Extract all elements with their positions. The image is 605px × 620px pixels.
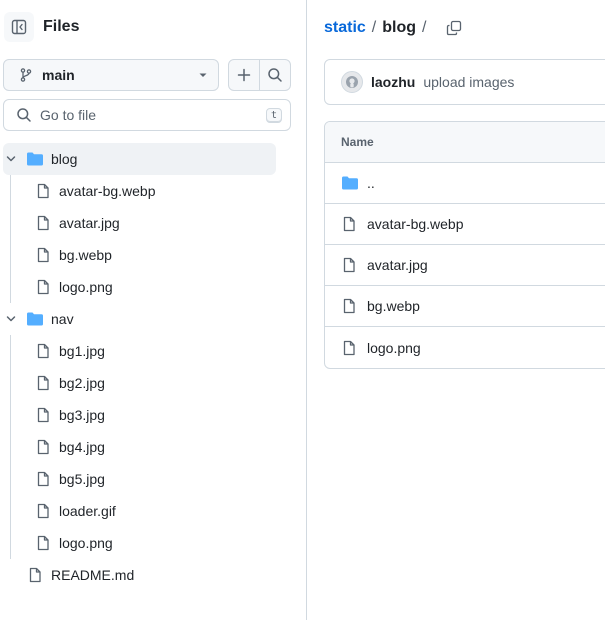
table-row[interactable]: avatar.jpg	[325, 245, 605, 286]
sidebar-header: Files	[4, 11, 79, 43]
tree-folder-nav[interactable]: nav	[0, 303, 307, 335]
file-name-link[interactable]: bg.webp	[367, 298, 420, 314]
latest-commit-box: laozhu upload images	[324, 59, 605, 105]
copy-path-icon[interactable]	[446, 20, 462, 36]
file-icon	[37, 343, 49, 359]
branch-name: main	[42, 67, 75, 83]
folder-open-icon	[27, 152, 43, 166]
git-branch-icon	[20, 68, 32, 82]
add-file-button[interactable]	[229, 60, 259, 90]
table-row[interactable]: logo.png	[325, 327, 605, 368]
file-icon	[37, 471, 49, 487]
tree-file[interactable]: avatar.jpg	[0, 207, 307, 239]
sidebar-collapse-icon	[11, 19, 27, 35]
caret-down-icon	[199, 73, 207, 77]
file-icon	[37, 215, 49, 231]
plus-icon	[237, 68, 251, 82]
tree-file[interactable]: bg.webp	[0, 239, 307, 271]
file-actions-group	[228, 59, 291, 91]
tree-file-label: bg4.jpg	[59, 439, 105, 455]
github-mark-icon	[346, 76, 358, 88]
tree-file-label: logo.png	[59, 279, 113, 295]
tree-file-label: logo.png	[59, 535, 113, 551]
keyboard-shortcut-hint: t	[265, 107, 282, 123]
breadcrumb-separator: /	[422, 19, 427, 36]
chevron-down-icon[interactable]	[4, 152, 18, 166]
folder-icon	[342, 176, 358, 190]
file-icon	[37, 247, 49, 263]
tree-folder-nav-children: bg1.jpg bg2.jpg bg3.jpg bg4.jpg bg5.jpg …	[0, 335, 307, 559]
file-icon	[37, 279, 49, 295]
tree-file-label: loader.gif	[59, 503, 116, 519]
tree-file[interactable]: bg5.jpg	[0, 463, 307, 495]
branch-selector-button[interactable]: main	[3, 59, 219, 91]
tree-file-label: bg3.jpg	[59, 407, 105, 423]
tree-file-label: avatar-bg.webp	[59, 183, 156, 199]
tree-file-label: bg1.jpg	[59, 343, 105, 359]
file-icon	[37, 407, 49, 423]
file-name-link[interactable]: avatar.jpg	[367, 257, 428, 273]
file-icon	[343, 298, 355, 314]
tree-file-label: bg.webp	[59, 247, 112, 263]
chevron-down-icon[interactable]	[4, 312, 18, 326]
file-icon	[37, 375, 49, 391]
go-to-file-input[interactable]: Go to file t	[3, 99, 291, 131]
go-to-file-placeholder: Go to file	[40, 107, 97, 123]
collapse-sidebar-button[interactable]	[4, 12, 34, 42]
table-row[interactable]: bg.webp	[325, 286, 605, 327]
breadcrumb-current: blog	[382, 19, 417, 36]
breadcrumb-root-link[interactable]: static	[324, 19, 366, 37]
tree-file-label: README.md	[51, 567, 135, 583]
tree-file-label: bg5.jpg	[59, 471, 105, 487]
parent-directory-row[interactable]: ..	[325, 163, 605, 204]
file-icon	[343, 216, 355, 232]
table-row[interactable]: avatar-bg.webp	[325, 204, 605, 245]
tree-file-label: bg2.jpg	[59, 375, 105, 391]
file-icon	[37, 439, 49, 455]
column-header-name: Name	[341, 135, 374, 149]
tree-file[interactable]: bg2.jpg	[0, 367, 307, 399]
file-tree: blog avatar-bg.webp avatar.jpg bg.webp l…	[0, 143, 307, 591]
file-name-link[interactable]: logo.png	[367, 340, 421, 356]
directory-contents-table: Name .. avatar-bg.webp avatar.jpg bg.web…	[324, 121, 605, 369]
table-header: Name	[325, 122, 605, 163]
tree-file[interactable]: README.md	[0, 559, 307, 591]
file-tree-sidebar: Files main Go to file t blog avatar-bg.w…	[0, 0, 307, 620]
file-icon	[343, 340, 355, 355]
sidebar-title: Files	[43, 18, 80, 35]
tree-folder-label: blog	[51, 151, 78, 167]
commit-author-link[interactable]: laozhu	[371, 74, 415, 90]
search-icon	[268, 68, 282, 82]
tree-file[interactable]: bg4.jpg	[0, 431, 307, 463]
breadcrumb: static / blog /	[324, 16, 462, 40]
search-files-button[interactable]	[259, 60, 290, 90]
file-icon	[29, 567, 41, 583]
commit-message-link[interactable]: upload images	[423, 74, 514, 90]
tree-file[interactable]: logo.png	[0, 527, 307, 559]
file-name-link[interactable]: avatar-bg.webp	[367, 216, 464, 232]
tree-folder-label: nav	[51, 311, 74, 327]
file-icon	[343, 257, 355, 273]
tree-file[interactable]: bg1.jpg	[0, 335, 307, 367]
parent-directory-link[interactable]: ..	[367, 175, 375, 191]
tree-file[interactable]: logo.png	[0, 271, 307, 303]
tree-folder-blog[interactable]: blog	[0, 143, 307, 175]
branch-toolbar: main	[3, 59, 291, 91]
avatar[interactable]	[341, 71, 363, 93]
file-icon	[37, 503, 49, 519]
tree-file-label: avatar.jpg	[59, 215, 120, 231]
file-icon	[37, 535, 49, 551]
tree-file[interactable]: bg3.jpg	[0, 399, 307, 431]
tree-folder-blog-children: avatar-bg.webp avatar.jpg bg.webp logo.p…	[0, 175, 307, 303]
breadcrumb-separator: /	[371, 19, 377, 36]
file-icon	[37, 183, 49, 199]
search-icon	[17, 108, 31, 122]
folder-open-icon	[27, 312, 43, 326]
tree-file[interactable]: loader.gif	[0, 495, 307, 527]
tree-file[interactable]: avatar-bg.webp	[0, 175, 307, 207]
